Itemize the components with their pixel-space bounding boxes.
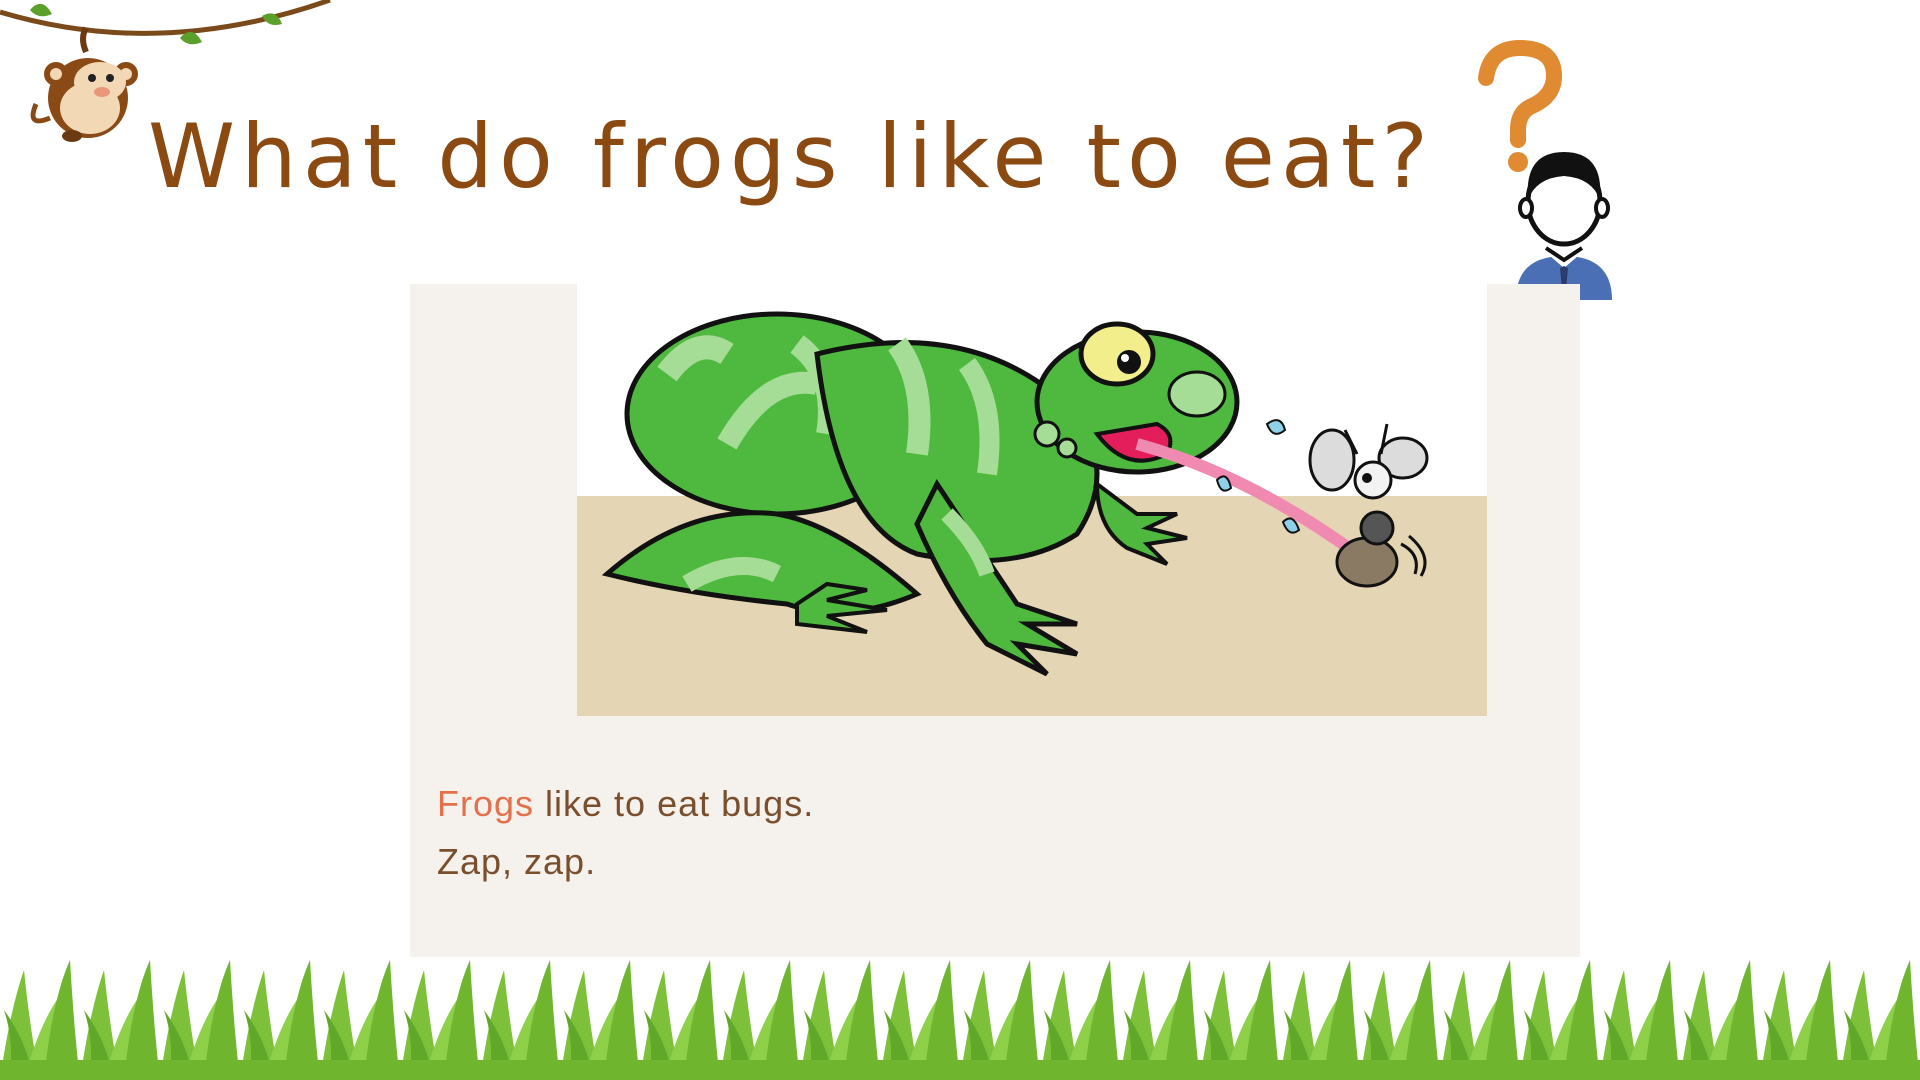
story-text: Frogs like to eat bugs. Zap, zap. [437, 775, 814, 891]
frog-illustration [577, 284, 1487, 716]
page-title: What do frogs like to eat? [148, 105, 1435, 208]
grass-border [0, 950, 1920, 1080]
story-line-1-rest: like to eat bugs. [534, 783, 815, 824]
question-mark-icon [1478, 39, 1563, 172]
question-person-icon [1478, 39, 1612, 300]
person-icon [1516, 152, 1612, 300]
story-line-1: Frogs like to eat bugs. [437, 775, 814, 833]
highlight-word: Frogs [437, 783, 535, 824]
monkey-icon [30, 26, 138, 142]
story-line-2: Zap, zap. [437, 841, 597, 882]
